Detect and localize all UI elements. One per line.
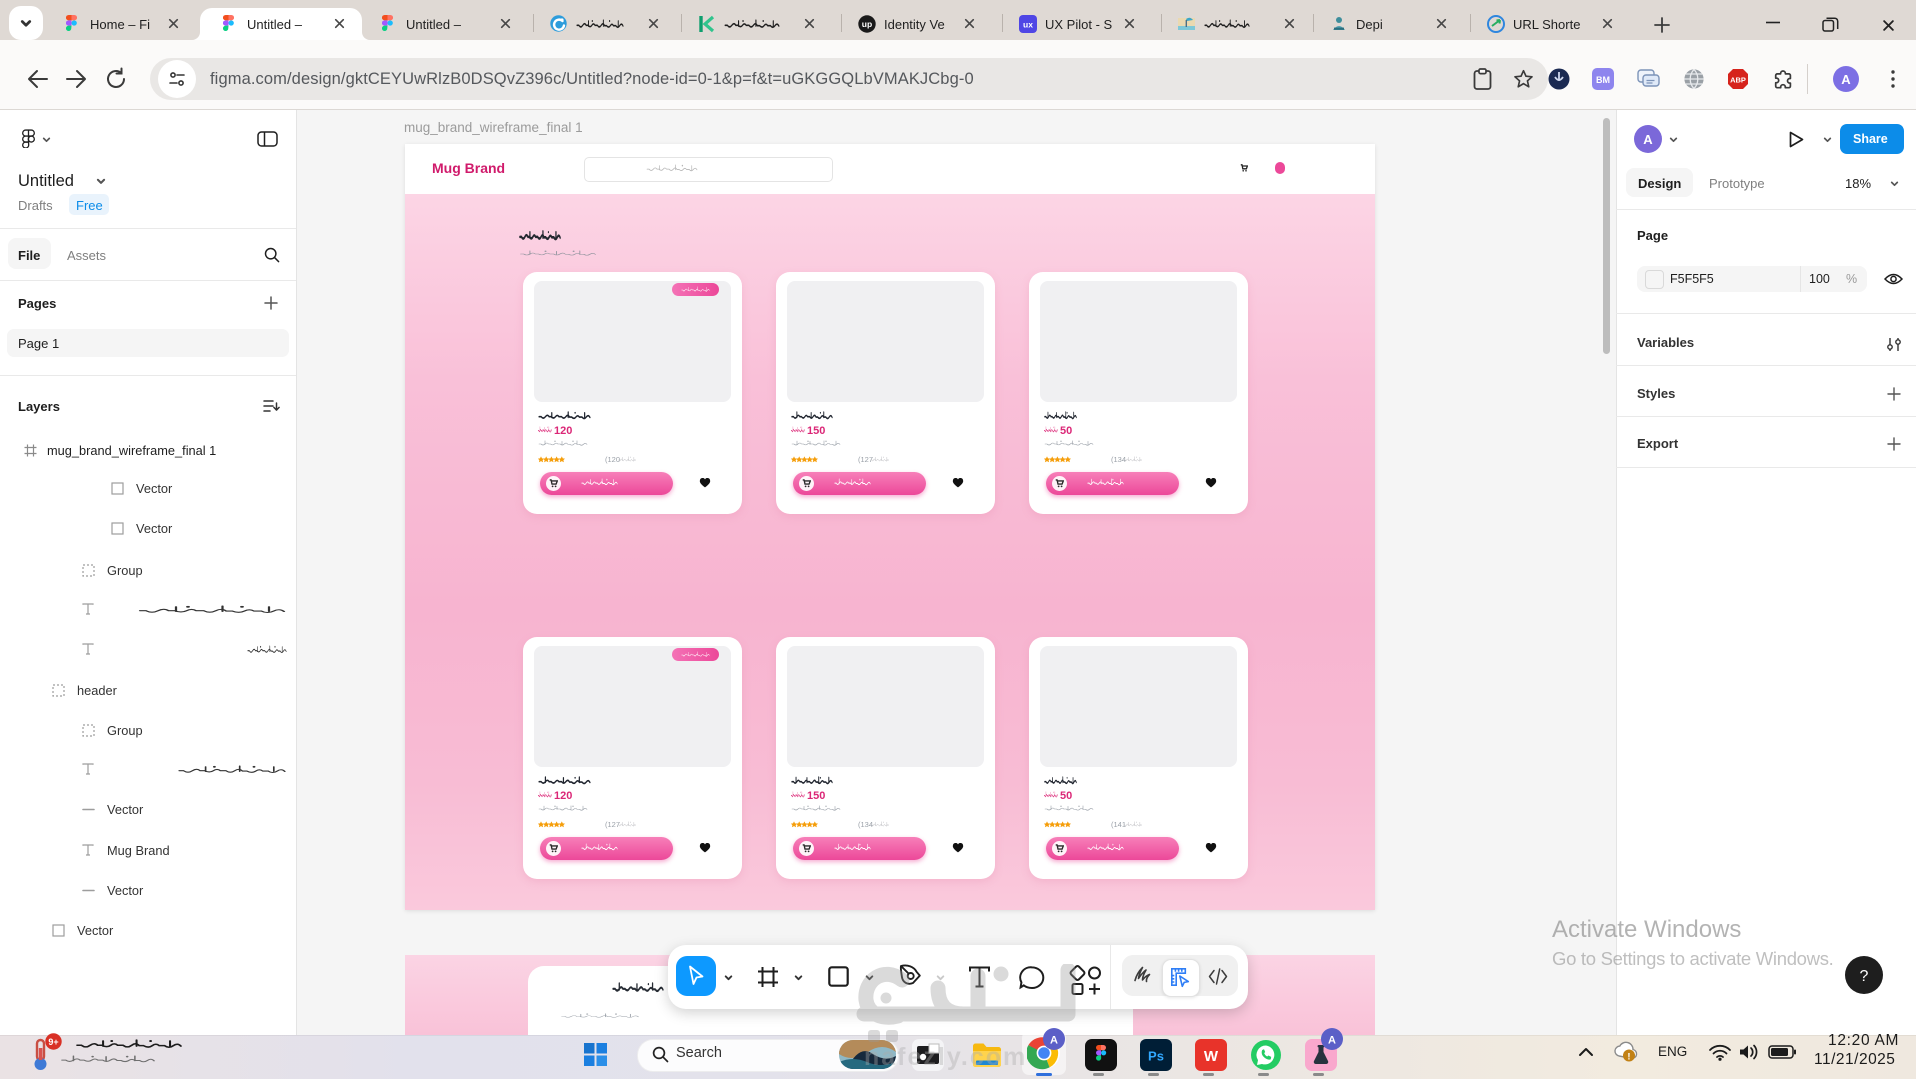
svg-text:up: up (862, 19, 872, 29)
svg-text:A: A (1328, 1035, 1336, 1047)
svg-text:Ps: Ps (1148, 1049, 1164, 1064)
svg-text:A: A (1643, 132, 1653, 147)
svg-text:W: W (1204, 1048, 1219, 1065)
svg-text:A: A (1841, 72, 1851, 87)
svg-text:ux: ux (1023, 20, 1033, 30)
svg-text:!: ! (1627, 1052, 1630, 1063)
svg-text:9+: 9+ (48, 1037, 58, 1047)
svg-text:BM: BM (1596, 75, 1610, 85)
svg-text:ABP: ABP (1730, 75, 1746, 84)
svg-text:?: ? (1860, 968, 1869, 985)
